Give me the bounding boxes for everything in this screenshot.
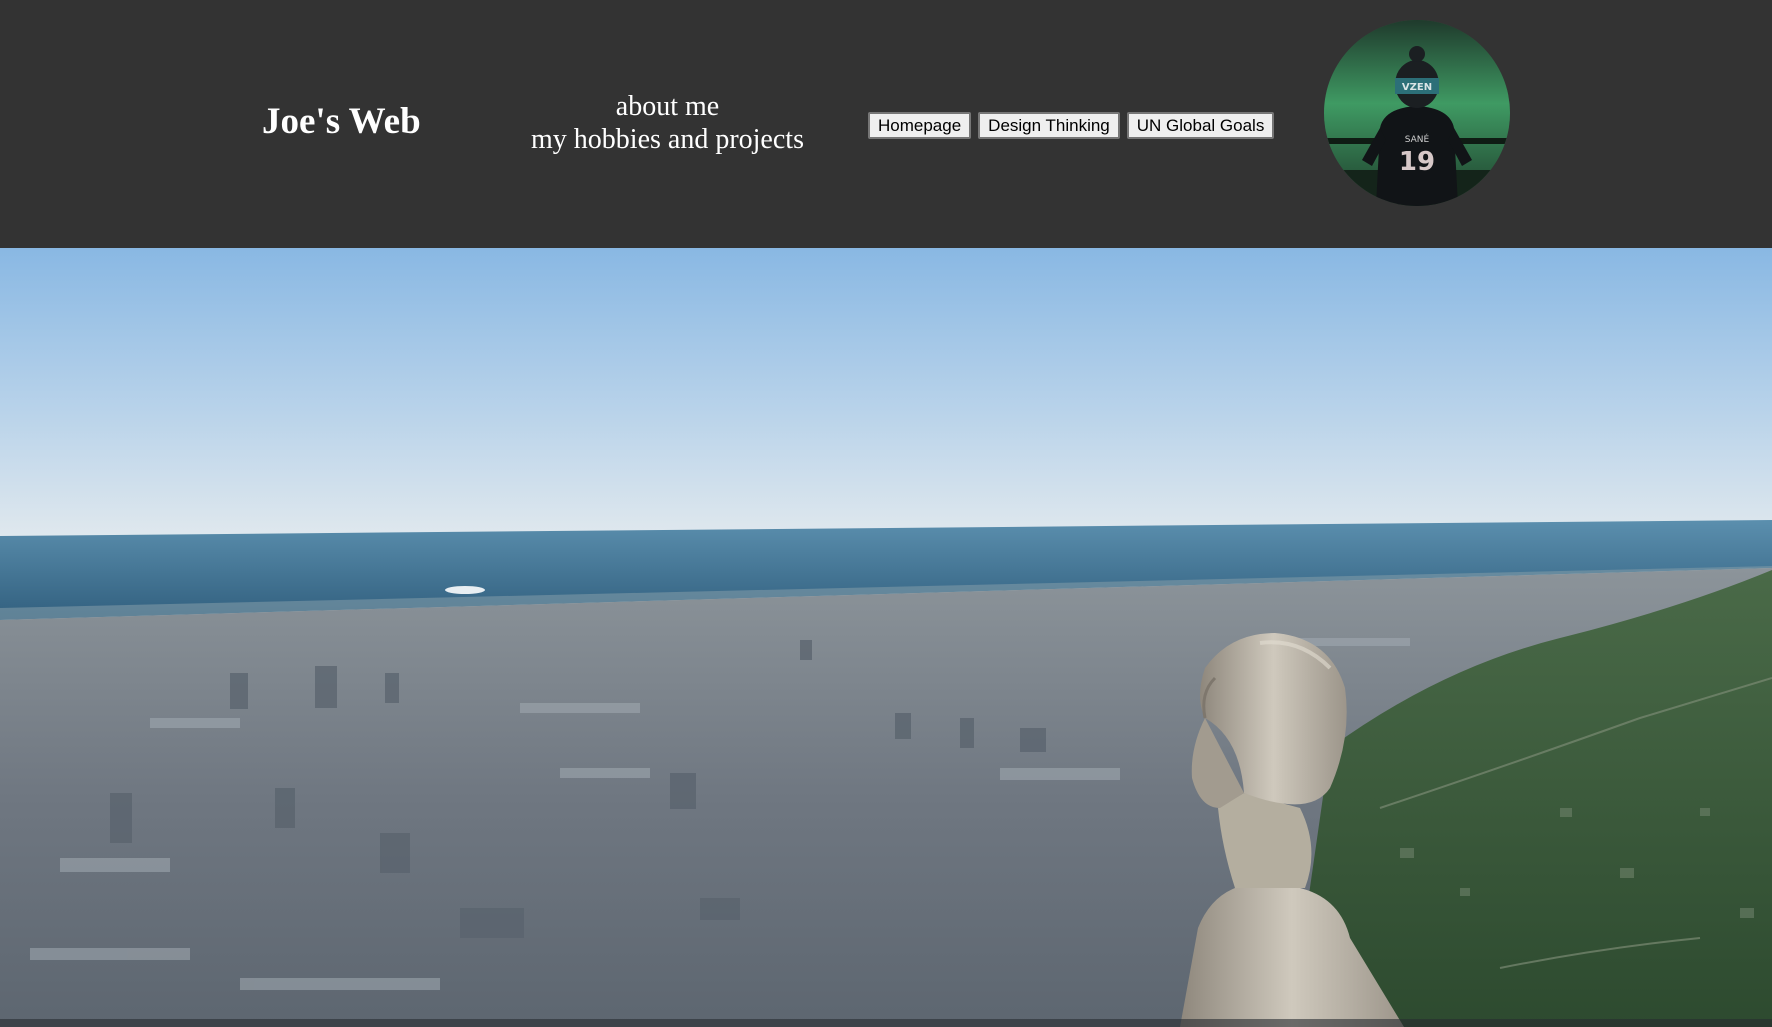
subtitle-line-about-me: about me [615,91,720,122]
subtitle-line-hobbies: my hobbies and projects [531,124,804,155]
site-title: Joe's Web [262,101,421,142]
un-global-goals-button[interactable]: UN Global Goals [1126,112,1275,139]
avatar: VZEN SANÉ 19 [1324,20,1510,206]
main-nav: Homepage Design Thinking UN Global Goals [868,112,1275,139]
hero-image [0,248,1772,1027]
page: Joe's Web about me my hobbies and projec… [0,0,1772,1027]
design-thinking-button[interactable]: Design Thinking [978,112,1120,139]
avatar-photo: VZEN SANÉ 19 [1324,20,1510,206]
site-subtitle: about me my hobbies and projects [500,90,835,156]
homepage-button[interactable]: Homepage [868,112,972,139]
site-header: Joe's Web about me my hobbies and projec… [0,0,1772,248]
avatar-jersey-number: 19 [1399,147,1435,177]
avatar-beanie-text: VZEN [1402,82,1432,93]
hero-sky [0,248,1772,548]
avatar-jersey-name: SANÉ [1405,133,1430,145]
hero-landscape [0,248,1772,1027]
